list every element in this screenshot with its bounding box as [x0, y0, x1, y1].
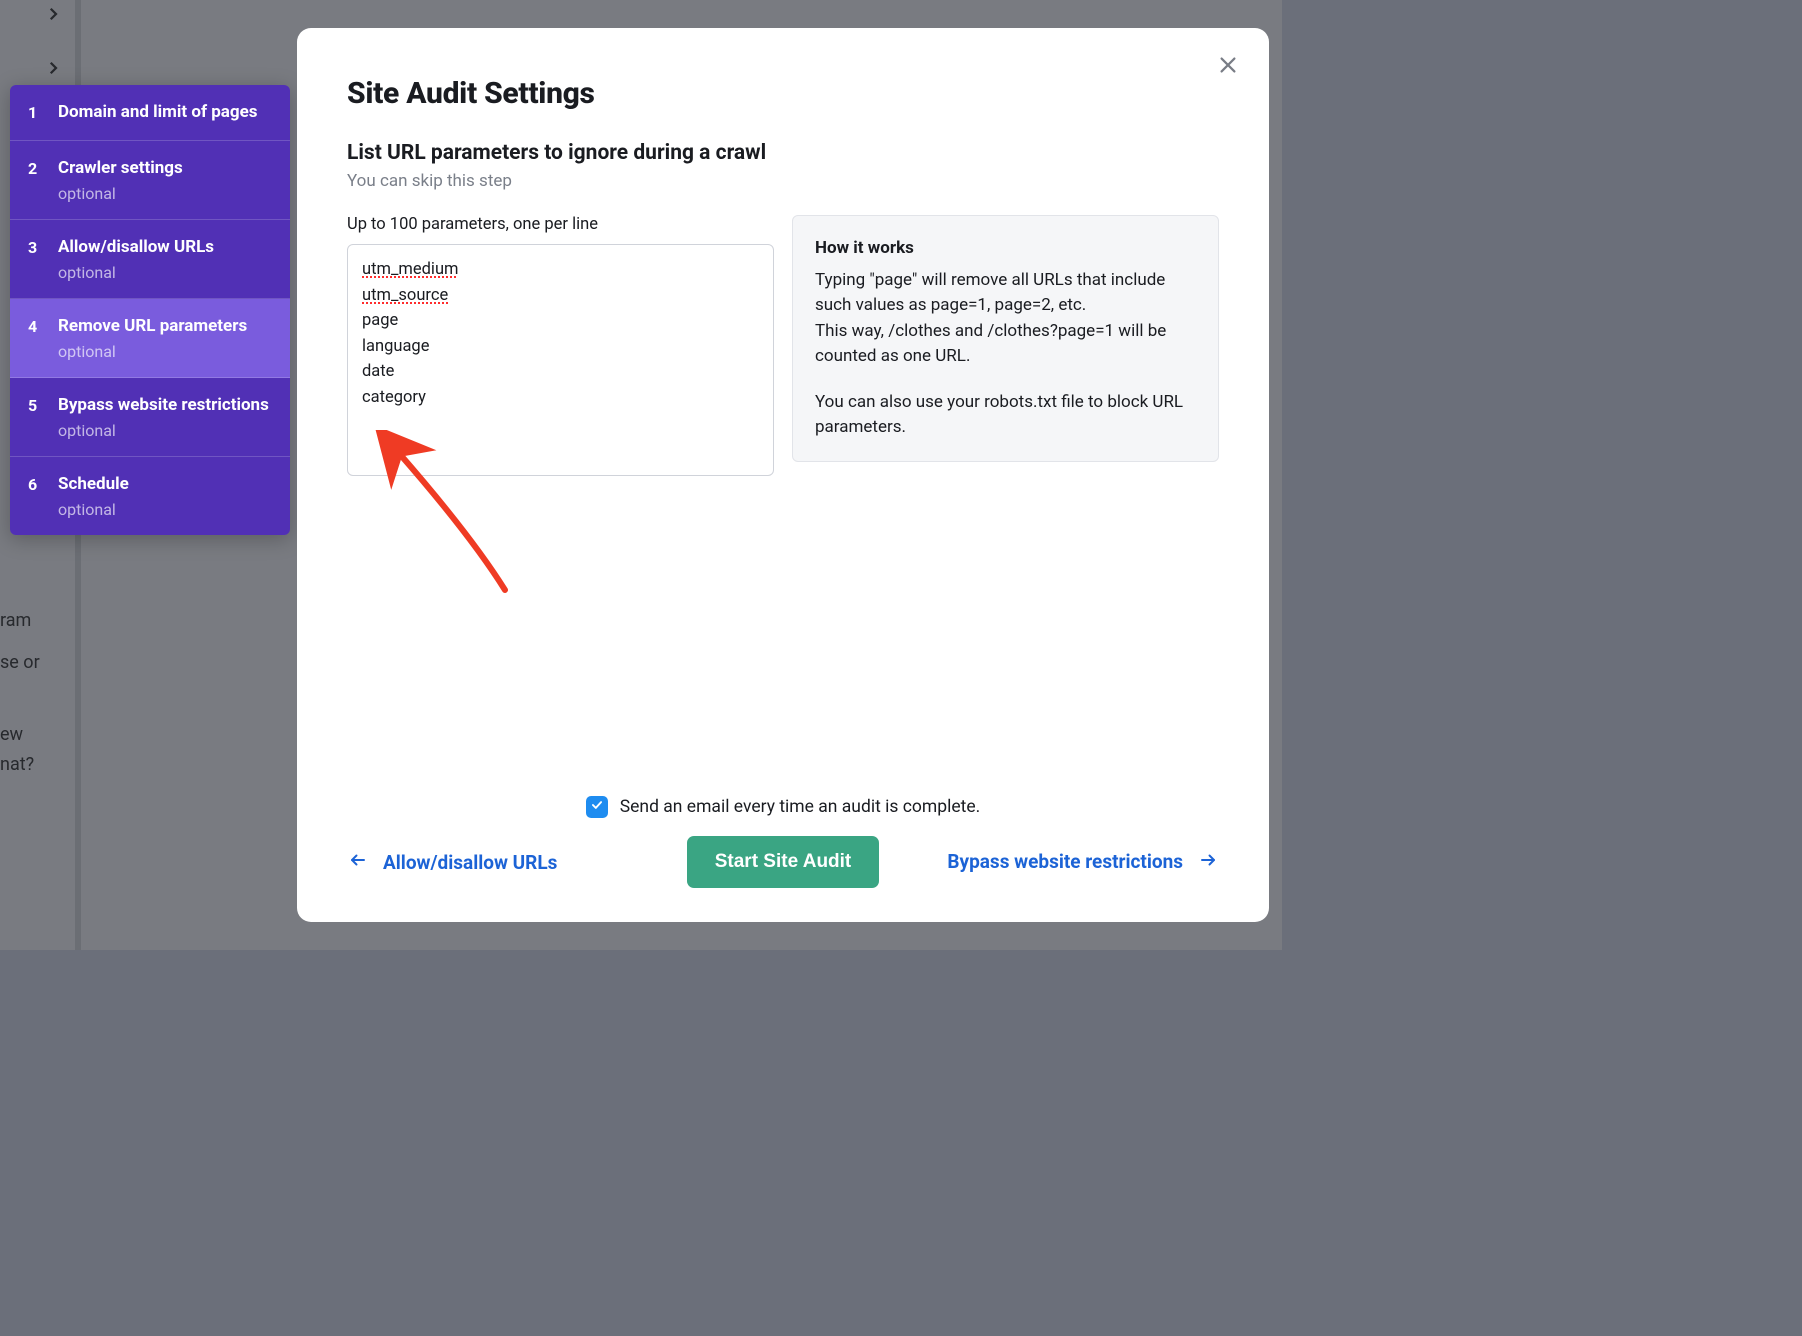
section-heading: List URL parameters to ignore during a c…	[347, 141, 1219, 165]
step-title: Schedule	[58, 473, 272, 496]
step-optional-label: optional	[58, 500, 272, 519]
step-number: 6	[28, 475, 42, 494]
how-it-works-panel: How it works Typing "page" will remove a…	[792, 215, 1219, 462]
step-optional-label: optional	[58, 184, 272, 203]
start-site-audit-button[interactable]: Start Site Audit	[687, 836, 880, 888]
close-icon	[1217, 54, 1239, 80]
step-optional-label: optional	[58, 342, 272, 361]
step-title: Domain and limit of pages	[58, 101, 272, 124]
email-notification-label: Send an email every time an audit is com…	[620, 797, 981, 817]
url-parameters-textarea[interactable]: utm_mediumutm_sourcepagelanguagedatecate…	[347, 244, 774, 476]
how-it-works-title: How it works	[815, 236, 1196, 262]
step-domain-limit[interactable]: 1 Domain and limit of pages	[10, 85, 290, 141]
step-title: Remove URL parameters	[58, 315, 272, 338]
how-it-works-text: Typing "page" will remove all URLs that …	[815, 270, 1165, 316]
step-number: 5	[28, 396, 42, 415]
close-button[interactable]	[1211, 50, 1245, 84]
step-title: Bypass website restrictions	[58, 394, 272, 417]
settings-steps-sidebar: 1 Domain and limit of pages 2 Crawler se…	[10, 85, 290, 535]
step-remove-url-parameters[interactable]: 4 Remove URL parameters optional	[10, 299, 290, 378]
site-audit-settings-modal: Site Audit Settings List URL parameters …	[297, 28, 1269, 922]
previous-step-link[interactable]: Allow/disallow URLs	[347, 851, 667, 874]
previous-step-label: Allow/disallow URLs	[383, 851, 557, 874]
step-bypass-restrictions[interactable]: 5 Bypass website restrictions optional	[10, 378, 290, 457]
email-notification-checkbox[interactable]	[586, 796, 608, 818]
step-allow-disallow-urls[interactable]: 3 Allow/disallow URLs optional	[10, 220, 290, 299]
step-title: Allow/disallow URLs	[58, 236, 272, 259]
step-number: 4	[28, 317, 42, 336]
step-schedule[interactable]: 6 Schedule optional	[10, 457, 290, 535]
step-crawler-settings[interactable]: 2 Crawler settings optional	[10, 141, 290, 220]
step-title: Crawler settings	[58, 157, 272, 180]
section-subtitle: You can skip this step	[347, 171, 1219, 191]
step-number: 2	[28, 159, 42, 178]
step-optional-label: optional	[58, 263, 272, 282]
how-it-works-text: This way, /clothes and /clothes?page=1 w…	[815, 321, 1166, 367]
check-icon	[590, 797, 604, 817]
next-step-link[interactable]: Bypass website restrictions	[899, 850, 1219, 874]
modal-heading: Site Audit Settings	[347, 76, 1219, 111]
step-optional-label: optional	[58, 421, 272, 440]
arrow-left-icon	[347, 851, 369, 874]
parameters-field-label: Up to 100 parameters, one per line	[347, 215, 774, 234]
step-number: 3	[28, 238, 42, 257]
how-it-works-text: You can also use your robots.txt file to…	[815, 390, 1196, 441]
next-step-label: Bypass website restrictions	[947, 850, 1183, 874]
arrow-right-icon	[1197, 851, 1219, 874]
step-number: 1	[28, 103, 42, 122]
